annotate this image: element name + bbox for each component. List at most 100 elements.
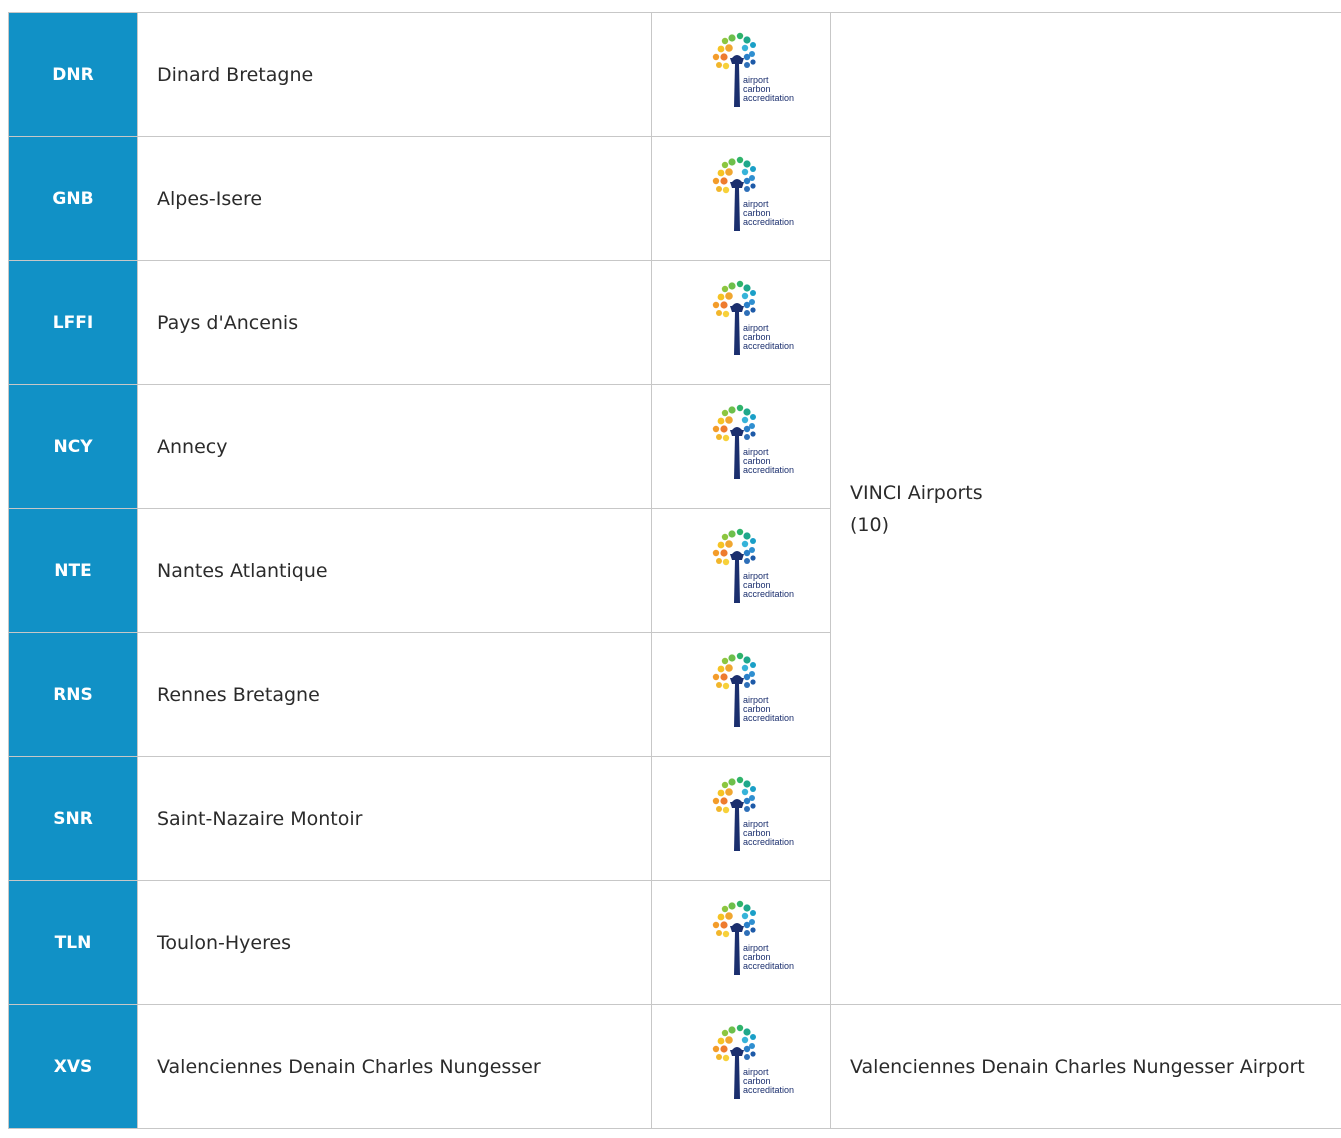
tower-cab-shape [730, 57, 744, 64]
logo-leaf [743, 673, 751, 680]
logo-leaf [717, 1037, 725, 1044]
logo-cell: airport carbon accreditation [651, 880, 831, 1005]
tower-shaft-shape [734, 931, 740, 975]
logo-leaf [722, 186, 730, 193]
logo-leaf [720, 672, 728, 681]
airport-code-cell: GNB [8, 136, 138, 261]
airport-name-cell: Valenciennes Denain Charles Nungesser [137, 1004, 652, 1129]
airport-code-cell: DNR [8, 12, 138, 137]
logo-leaf [716, 681, 722, 688]
logo-leaf [717, 541, 725, 548]
logo-leaf [743, 797, 751, 804]
logo-leaf [712, 797, 720, 804]
logo-leaf [743, 159, 751, 168]
logo-leaf [725, 415, 733, 424]
airport-name-cell: Toulon-Hyeres [137, 880, 652, 1005]
logo-leaf [720, 424, 728, 433]
logo-leaf [712, 549, 720, 556]
airport-code-cell: LFFI [8, 260, 138, 385]
tower-cab-shape [730, 1049, 744, 1056]
logo-leaf [716, 61, 722, 68]
tower-shaft-shape [734, 311, 740, 355]
airport-carbon-accreditation-logo-icon: airport carbon accreditation [701, 651, 817, 739]
logo-leaf [743, 903, 751, 912]
logo-leaf [750, 165, 756, 172]
logo-leaf [721, 657, 729, 664]
tower-roof-shape [732, 426, 742, 430]
aca-logo-graphic: airportcarbonaccreditation [712, 900, 794, 975]
tower-cab-shape [730, 801, 744, 808]
logo-leaf [750, 785, 756, 792]
logo-leaf [744, 185, 750, 192]
aca-logo-graphic: airportcarbonaccreditation [712, 280, 794, 355]
logo-text-line: accreditation [743, 837, 794, 847]
logo-leaf [743, 921, 751, 928]
airport-name-cell: Dinard Bretagne [137, 12, 652, 137]
logo-leaf [736, 404, 744, 411]
logo-cell: airport carbon accreditation [651, 508, 831, 633]
logo-leaf [728, 529, 736, 538]
logo-leaf [721, 1029, 729, 1036]
aca-logo-graphic: airportcarbonaccreditation [712, 32, 794, 107]
logo-text-line: accreditation [743, 341, 794, 351]
logo-leaf [728, 157, 736, 166]
logo-leaf [712, 53, 720, 60]
logo-leaf [743, 655, 751, 664]
aca-logo-graphic: airportcarbonaccreditation [712, 156, 794, 231]
logo-leaf [728, 33, 736, 42]
logo-text-line: accreditation [743, 961, 794, 971]
airport-carbon-accreditation-logo-icon: airport carbon accreditation [701, 31, 817, 119]
airport-code-cell: NTE [8, 508, 138, 633]
logo-leaf [743, 283, 751, 292]
logo-cell: airport carbon accreditation [651, 756, 831, 881]
logo-leaf [716, 1053, 722, 1060]
logo-leaf [721, 37, 729, 44]
logo-leaf [736, 776, 744, 783]
airport-carbon-accreditation-logo-icon: airport carbon accreditation [701, 155, 817, 243]
tower-shaft-shape [734, 435, 740, 479]
logo-leaf [712, 1045, 720, 1052]
logo-leaf [722, 1054, 730, 1061]
tower-roof-shape [732, 798, 742, 802]
logo-leaf [744, 805, 750, 812]
logo-leaf [750, 1033, 756, 1040]
logo-leaf [720, 300, 728, 309]
tower-cab-shape [730, 181, 744, 188]
logo-cell: airport carbon accreditation [651, 1004, 831, 1129]
logo-leaf [750, 182, 756, 189]
airport-name-cell: Saint-Nazaire Montoir [137, 756, 652, 881]
logo-leaf [743, 531, 751, 540]
logo-leaf [721, 161, 729, 168]
airport-code-cell: XVS [8, 1004, 138, 1129]
logo-leaf [750, 661, 756, 668]
logo-leaf [750, 41, 756, 48]
airport-accreditation-table: DNR Dinard Bretagne airport carbon accredi… [8, 12, 1341, 1129]
logo-leaf [743, 779, 751, 788]
logo-leaf [722, 682, 730, 689]
tower-shaft-shape [734, 63, 740, 107]
logo-leaf [712, 425, 720, 432]
logo-leaf [736, 528, 744, 535]
logo-cell: airport carbon accreditation [651, 384, 831, 509]
logo-leaf [720, 1044, 728, 1053]
aca-logo-graphic: airportcarbonaccreditation [712, 404, 794, 479]
logo-leaf [720, 920, 728, 929]
logo-leaf [728, 653, 736, 662]
operator-airport-count: (10) [850, 513, 890, 536]
logo-leaf [712, 177, 720, 184]
logo-cell: airport carbon accreditation [651, 260, 831, 385]
logo-text-line: accreditation [743, 713, 794, 723]
tower-roof-shape [732, 550, 742, 554]
tower-roof-shape [732, 1046, 742, 1050]
logo-leaf [741, 1036, 749, 1043]
logo-leaf [721, 409, 729, 416]
logo-leaf [717, 293, 725, 300]
aca-logo-graphic: airportcarbonaccreditation [712, 1024, 794, 1099]
logo-leaf [736, 280, 744, 287]
airport-code-cell: NCY [8, 384, 138, 509]
logo-leaf [716, 557, 722, 564]
logo-leaf [720, 176, 728, 185]
logo-leaf [744, 681, 750, 688]
logo-leaf [716, 929, 722, 936]
logo-leaf [744, 433, 750, 440]
